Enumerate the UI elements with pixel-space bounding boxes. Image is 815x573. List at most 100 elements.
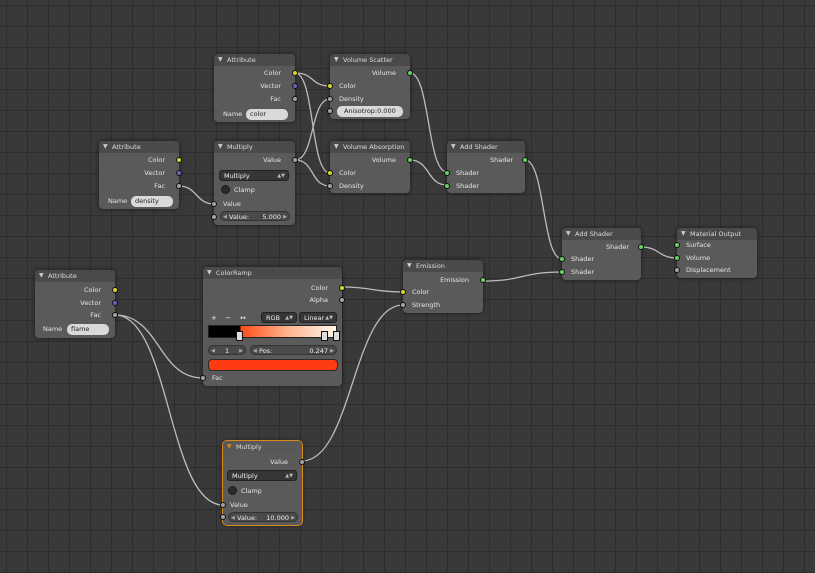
attribute-name-field[interactable]: density	[131, 196, 173, 207]
strength-input-socket[interactable]	[400, 302, 406, 308]
value-number-field[interactable]: ◀ Value: 5.000 ▶	[220, 211, 290, 221]
density-input-socket[interactable]	[327, 183, 333, 189]
node-header[interactable]: ▼ Attribute	[99, 141, 179, 153]
clamp-checkbox[interactable]: Clamp	[228, 485, 262, 496]
shader-output-socket[interactable]	[522, 157, 528, 163]
node-header[interactable]: ▼ Volume Scatter	[330, 54, 410, 66]
value2-input-socket[interactable]	[220, 514, 226, 520]
attribute-name-field[interactable]: flame	[67, 324, 109, 335]
vector-output-socket[interactable]	[112, 300, 118, 306]
alpha-output-socket[interactable]	[339, 297, 345, 303]
collapse-icon[interactable]: ▼	[227, 441, 232, 453]
color-output-socket[interactable]	[339, 285, 345, 291]
collapse-icon[interactable]: ▼	[218, 141, 223, 153]
node-header[interactable]: ▼ Emission	[403, 260, 483, 272]
attribute-node-color[interactable]: ▼ Attribute Color Vector Fac Name color	[214, 54, 298, 122]
anisotropy-field[interactable]: Anisotrop:0.000	[337, 106, 403, 117]
color-input-socket[interactable]	[327, 170, 333, 176]
collapse-icon[interactable]: ▼	[334, 141, 339, 153]
collapse-icon[interactable]: ▼	[39, 270, 44, 282]
collapse-icon[interactable]: ▼	[566, 228, 571, 240]
value-number-field[interactable]: ◀ Value: 10.000 ▶	[228, 512, 298, 522]
color-output-socket[interactable]	[292, 70, 298, 76]
color-stop-marker-0[interactable]	[236, 331, 243, 341]
math-multiply-node-top[interactable]: ▼ Multiply Value Multiply ▲▼ Clamp Value ◀…	[211, 141, 298, 225]
attribute-node-density[interactable]: ▼ Attribute Color Vector Fac Name density	[99, 141, 182, 209]
increment-arrow-icon[interactable]: ▶	[239, 346, 243, 356]
checkbox-icon[interactable]	[228, 485, 237, 495]
shader-a-input-socket[interactable]	[559, 256, 565, 262]
math-multiply-node-bottom[interactable]: ▼ Multiply Value Multiply ▲▼ Clamp Value ◀…	[220, 440, 305, 526]
flip-ramp-button[interactable]: ↔	[240, 313, 246, 323]
collapse-icon[interactable]: ▼	[207, 267, 212, 279]
clamp-checkbox[interactable]: Clamp	[221, 184, 255, 195]
increment-arrow-icon[interactable]: ▶	[330, 346, 334, 356]
fac-input-socket[interactable]	[200, 375, 206, 381]
collapse-icon[interactable]: ▼	[681, 228, 686, 240]
color-input-socket[interactable]	[327, 83, 333, 89]
emission-node[interactable]: ▼ Emission Emission Color Strength	[400, 260, 486, 313]
stop-color-swatch[interactable]	[208, 359, 338, 371]
density-input-socket[interactable]	[327, 96, 333, 102]
volume-absorption-node[interactable]: ▼ Volume Absorption Volume Color Density	[327, 141, 413, 193]
active-stop-index-field[interactable]: ◀ 1 ▶	[208, 345, 246, 355]
color-input-socket[interactable]	[400, 289, 406, 295]
increment-arrow-icon[interactable]: ▶	[291, 513, 295, 523]
shader-b-input-socket[interactable]	[559, 269, 565, 275]
node-header[interactable]: ▼ Multiply	[223, 441, 302, 453]
fac-output-socket[interactable]	[112, 312, 118, 318]
volume-output-socket[interactable]	[407, 157, 413, 163]
node-header[interactable]: ▼ Add Shader	[562, 228, 641, 240]
remove-stop-button[interactable]: −	[225, 313, 231, 323]
decrement-arrow-icon[interactable]: ◀	[231, 513, 235, 523]
collapse-icon[interactable]: ▼	[451, 141, 456, 153]
color-mode-dropdown[interactable]: RGB ▲▼	[261, 312, 297, 323]
surface-input-socket[interactable]	[674, 242, 680, 248]
interpolation-dropdown[interactable]: Linear ▲▼	[299, 312, 337, 323]
vector-output-socket[interactable]	[292, 83, 298, 89]
collapse-icon[interactable]: ▼	[334, 54, 339, 66]
value-input-socket[interactable]	[211, 201, 217, 207]
collapse-icon[interactable]: ▼	[218, 54, 223, 66]
volume-output-socket[interactable]	[407, 70, 413, 76]
node-header[interactable]: ▼ ColorRamp	[203, 267, 342, 279]
color-ramp-node[interactable]: ▼ ColorRamp Color Alpha + − ↔ RGB ▲▼ Linea…	[200, 267, 345, 386]
value-output-socket[interactable]	[292, 157, 298, 163]
shader-output-socket[interactable]	[638, 244, 644, 250]
anisotropy-input-socket[interactable]	[327, 108, 333, 114]
node-header[interactable]: ▼ Attribute	[214, 54, 295, 66]
stop-position-field[interactable]: ◀ Pos: 0.247 ▶	[250, 345, 337, 355]
color-output-socket[interactable]	[112, 287, 118, 293]
decrement-arrow-icon[interactable]: ◀	[211, 346, 215, 356]
volume-input-socket[interactable]	[674, 255, 680, 261]
node-header[interactable]: ▼ Material Output	[677, 228, 757, 240]
color-stop-marker-2[interactable]	[333, 331, 340, 341]
displacement-input-socket[interactable]	[674, 267, 680, 273]
shader-b-input-socket[interactable]	[444, 183, 450, 189]
color-stop-marker-1[interactable]	[321, 331, 328, 341]
decrement-arrow-icon[interactable]: ◀	[223, 212, 227, 222]
emission-output-socket[interactable]	[480, 277, 486, 283]
value2-input-socket[interactable]	[211, 214, 217, 220]
add-shader-node-1[interactable]: ▼ Add Shader Shader Shader Shader	[444, 141, 528, 193]
shader-a-input-socket[interactable]	[444, 170, 450, 176]
operation-dropdown[interactable]: Multiply ▲▼	[227, 470, 297, 481]
add-shader-node-2[interactable]: ▼ Add Shader Shader Shader Shader	[559, 228, 644, 280]
collapse-icon[interactable]: ▼	[103, 141, 108, 153]
attribute-name-field[interactable]: color	[246, 109, 288, 120]
checkbox-icon[interactable]	[221, 184, 230, 194]
volume-scatter-node[interactable]: ▼ Volume Scatter Volume Color Density Ani…	[327, 54, 413, 119]
operation-dropdown[interactable]: Multiply ▲▼	[219, 170, 289, 181]
node-header[interactable]: ▼ Add Shader	[447, 141, 525, 153]
color-band-gradient[interactable]	[208, 325, 337, 338]
fac-output-socket[interactable]	[176, 183, 182, 189]
node-header[interactable]: ▼ Multiply	[214, 141, 295, 153]
attribute-node-flame[interactable]: ▼ Attribute Color Vector Fac Name flame	[35, 270, 118, 338]
fac-output-socket[interactable]	[292, 96, 298, 102]
color-output-socket[interactable]	[176, 157, 182, 163]
node-header[interactable]: ▼ Volume Absorption	[330, 141, 410, 153]
collapse-icon[interactable]: ▼	[407, 260, 412, 272]
value-input-socket[interactable]	[220, 502, 226, 508]
material-output-node[interactable]: ▼ Material Output Surface Volume Displace…	[674, 228, 757, 278]
add-stop-button[interactable]: +	[211, 313, 217, 323]
